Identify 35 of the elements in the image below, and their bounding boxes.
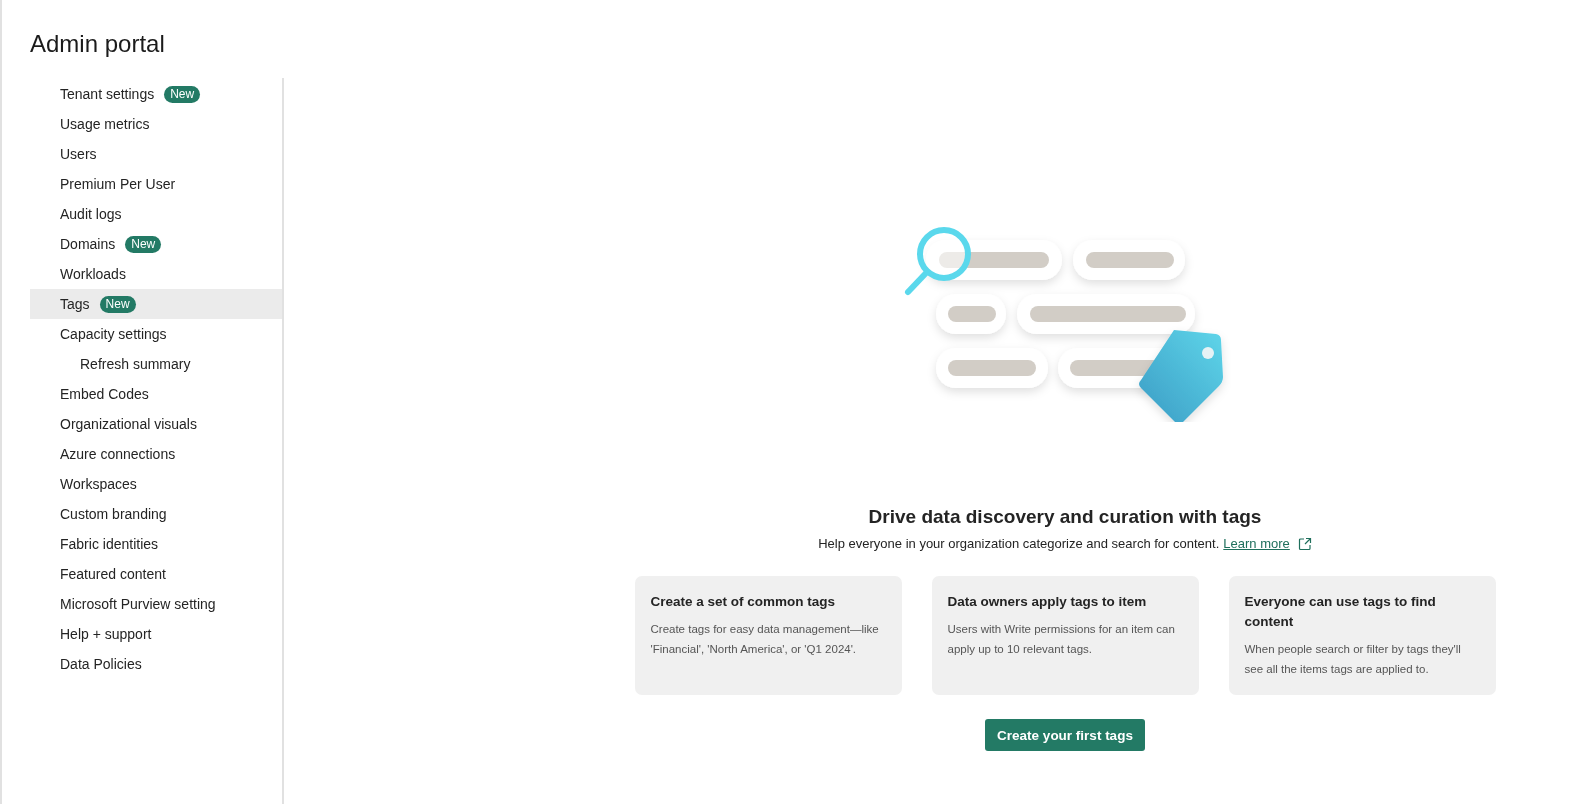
- nav-item[interactable]: Tenant settings New: [30, 79, 282, 109]
- new-badge: New: [125, 235, 162, 253]
- nav-item[interactable]: Usage metrics: [30, 109, 282, 139]
- nav-item[interactable]: Embed Codes: [30, 379, 282, 409]
- nav-item[interactable]: Capacity settings: [30, 319, 282, 349]
- card-title: Data owners apply tags to item: [947, 593, 1148, 611]
- learn-more-link[interactable]: Learn more: [1223, 536, 1290, 551]
- nav-item[interactable]: Featured content: [30, 559, 282, 589]
- nav-item[interactable]: Workspaces: [30, 469, 282, 499]
- nav-item[interactable]: Azure connections: [30, 439, 282, 469]
- card-title: Create a set of common tags: [650, 593, 837, 611]
- external-link-icon[interactable]: [1297, 536, 1312, 551]
- nav-item[interactable]: Audit logs: [30, 199, 282, 229]
- card-text: When people search or filter by tags they'll see all the items tags are applied to.: [1244, 642, 1462, 677]
- card-title: Everyone can use tags to find content: [1244, 593, 1437, 631]
- create-tags-button[interactable]: Create your first tags: [985, 719, 1145, 751]
- nav-item[interactable]: Data Policies: [30, 649, 282, 679]
- nav-item[interactable]: Microsoft Purview setting: [30, 589, 282, 619]
- nav-item[interactable]: Help + support: [30, 619, 282, 649]
- nav-item[interactable]: Refresh summary: [30, 349, 282, 379]
- nav-item[interactable]: Users: [30, 139, 282, 169]
- description-text: Help everyone in your organization categorize and search for content.: [818, 536, 1220, 551]
- nav-item[interactable]: Fabric identities: [30, 529, 282, 559]
- card-text: Users with Write permissions for an item can apply up to 10 relevant tags.: [947, 622, 1176, 657]
- nav-item[interactable]: Custom branding: [30, 499, 282, 529]
- nav-item[interactable]: Organizational visuals: [30, 409, 282, 439]
- card-text: Create tags for easy data management—like 'Financial', 'North America', or 'Q1 2024'.: [650, 622, 880, 657]
- nav-item[interactable]: Premium Per User: [30, 169, 282, 199]
- page-title: Admin portal: [30, 30, 166, 58]
- section-heading: Drive data discovery and curation with tags: [868, 506, 1262, 528]
- new-badge: New: [99, 295, 136, 313]
- nav-item[interactable]: Workloads: [30, 259, 282, 289]
- nav-item[interactable]: Domains New: [30, 229, 282, 259]
- nav-item[interactable]: Tags New: [30, 289, 282, 319]
- new-badge: New: [164, 85, 201, 103]
